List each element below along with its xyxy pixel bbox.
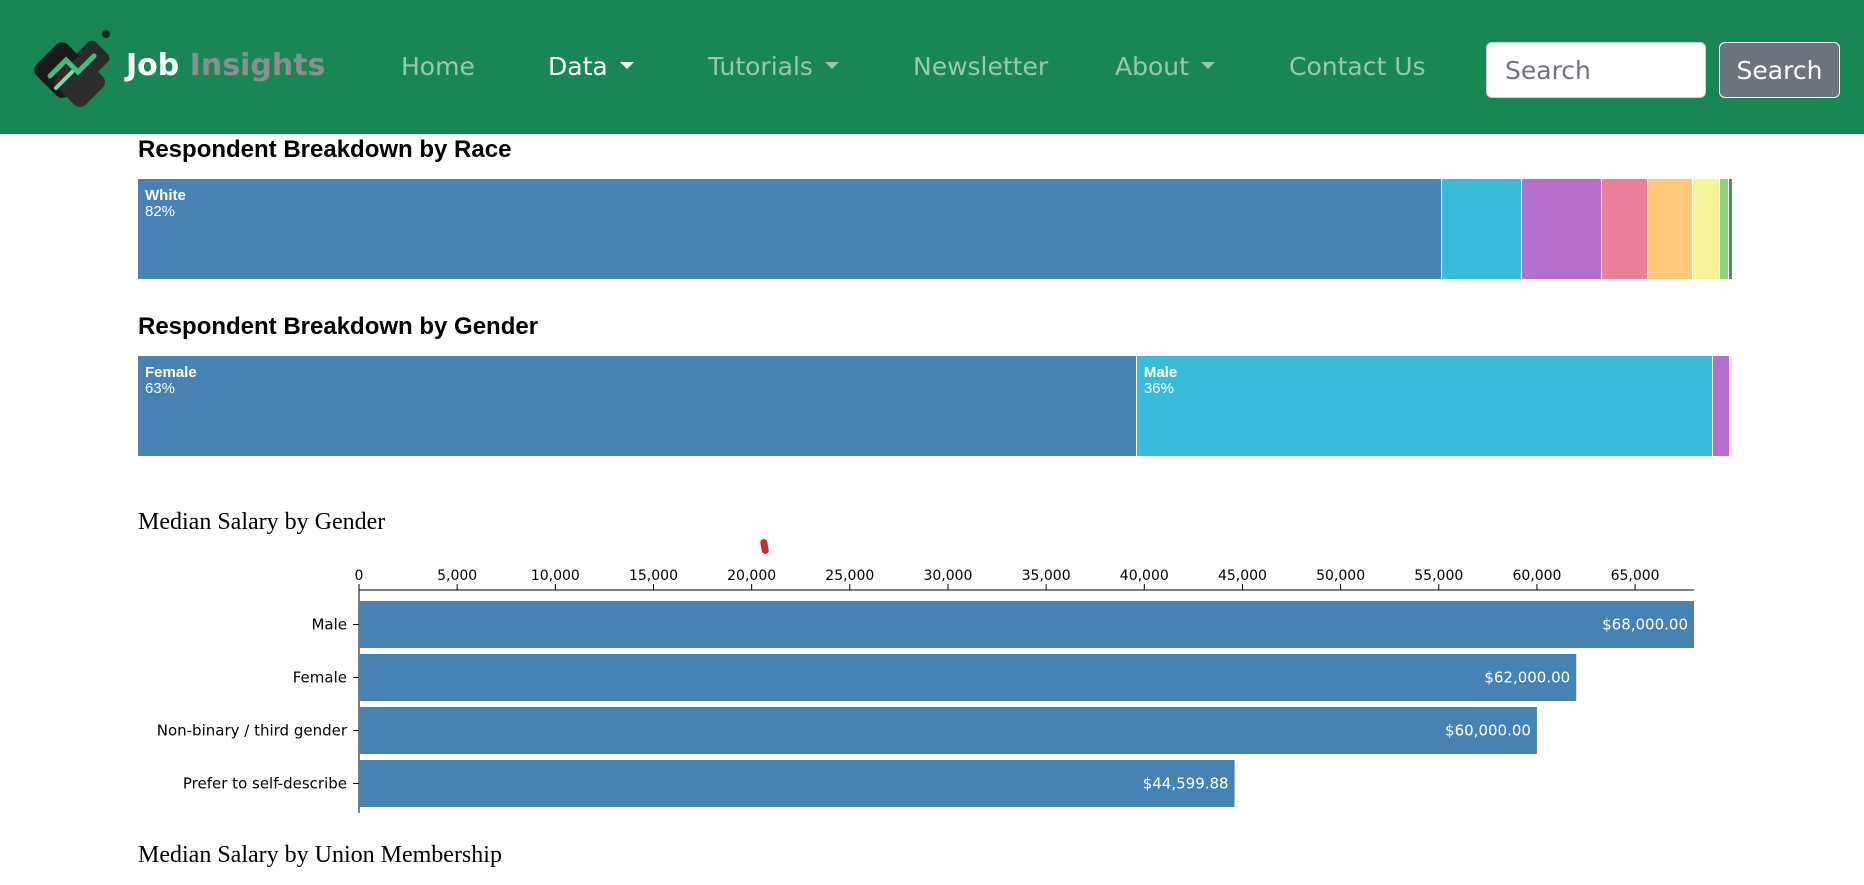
search-button[interactable]: Search (1719, 42, 1840, 98)
race-segment[interactable]: White 82% (138, 179, 1442, 279)
brand-name-part2: Insights (189, 48, 326, 83)
segment-value: 63% (145, 380, 176, 397)
x-tick-label: 50,000 (1316, 568, 1365, 584)
x-tick-label: 5,000 (437, 568, 477, 584)
nav-link-label: Home (401, 52, 475, 81)
x-tick-label: 35,000 (1022, 568, 1071, 584)
category-label: Prefer to self-describe (183, 775, 347, 793)
race-segment[interactable] (1522, 179, 1603, 279)
gender-breakdown-bar: Female 63% Male 36% (138, 356, 1733, 456)
brand-name[interactable]: Job Insights (126, 48, 325, 83)
x-tick-label: 30,000 (923, 568, 972, 584)
nav-link-home[interactable]: Home (401, 52, 475, 81)
x-tick-label: 10,000 (531, 568, 580, 584)
nav-link-data[interactable]: Data (548, 52, 634, 81)
race-segment[interactable] (1647, 179, 1694, 279)
gender-breakdown-title: Respondent Breakdown by Gender (138, 313, 539, 340)
x-tick-label: 60,000 (1512, 568, 1561, 584)
nav-link-tutorials[interactable]: Tutorials (708, 52, 839, 81)
bar-value-label: $68,000.00 (1602, 616, 1688, 634)
category-label: Non-binary / third gender (157, 722, 348, 740)
salary-bar (359, 654, 1577, 701)
brand-name-part1: Job (126, 48, 180, 83)
navbar: Job Insights Home Data Tutorials Newslet… (0, 0, 1864, 134)
salary-by-union-title: Median Salary by Union Membership (138, 842, 502, 868)
race-segment[interactable] (1602, 179, 1648, 279)
race-segment[interactable] (1719, 179, 1729, 279)
nav-link-label: About (1115, 52, 1189, 81)
caret-down-icon (1200, 62, 1215, 69)
x-tick-label: 0 (355, 568, 364, 584)
bar-value-label: $44,599.88 (1143, 775, 1229, 793)
nav-link-label: Data (548, 52, 608, 81)
red-mark (759, 538, 770, 555)
race-segment[interactable] (1441, 179, 1523, 279)
nav-link-label: Newsletter (913, 52, 1049, 81)
x-tick-label: 45,000 (1218, 568, 1267, 584)
race-breakdown-bar: White 82% (138, 179, 1732, 279)
x-tick-label: 65,000 (1611, 568, 1660, 584)
salary-by-gender-chart: 0 5,000 10,000 15,000 20,000 25,000 30,000 35,0… (157, 568, 1694, 813)
gender-segment[interactable] (1712, 356, 1730, 456)
salary-by-gender-title: Median Salary by Gender (138, 509, 386, 535)
segment-value: 82% (145, 203, 176, 220)
nav-link-contact-us[interactable]: Contact Us (1289, 52, 1426, 81)
nav-link-newsletter[interactable]: Newsletter (913, 52, 1048, 81)
caret-down-icon (619, 62, 634, 69)
nav-link-label: Contact Us (1289, 52, 1426, 81)
category-label: Female (293, 669, 347, 687)
bar-value-label: $60,000.00 (1445, 722, 1531, 740)
salary-bar (359, 760, 1235, 807)
caret-down-icon (824, 62, 839, 69)
bar-value-label: $62,000.00 (1484, 669, 1570, 687)
race-segment[interactable] (1693, 179, 1720, 279)
x-tick-label: 55,000 (1414, 568, 1463, 584)
nav-link-label: Tutorials (708, 52, 813, 81)
race-breakdown-title: Respondent Breakdown by Race (138, 136, 512, 163)
category-label: Male (311, 616, 347, 634)
gender-segment[interactable] (1729, 356, 1733, 456)
segment-label: White (145, 187, 186, 204)
gender-segment[interactable]: Male 36% (1136, 356, 1713, 456)
gender-segment[interactable]: Female 63% (138, 356, 1137, 456)
segment-label: Female (145, 364, 197, 381)
segment-value: 36% (1143, 380, 1174, 397)
x-tick-label: 40,000 (1120, 568, 1169, 584)
job-insights-logo-icon[interactable] (26, 26, 118, 112)
nav-link-about[interactable]: About (1115, 52, 1215, 81)
x-tick-label: 25,000 (825, 568, 874, 584)
x-tick-label: 15,000 (629, 568, 678, 584)
segment-label: Male (1143, 364, 1178, 381)
x-tick-label: 20,000 (727, 568, 776, 584)
salary-bar (359, 707, 1537, 754)
race-segment[interactable] (1728, 179, 1732, 279)
salary-bar (359, 601, 1694, 648)
search-input[interactable] (1486, 42, 1706, 98)
